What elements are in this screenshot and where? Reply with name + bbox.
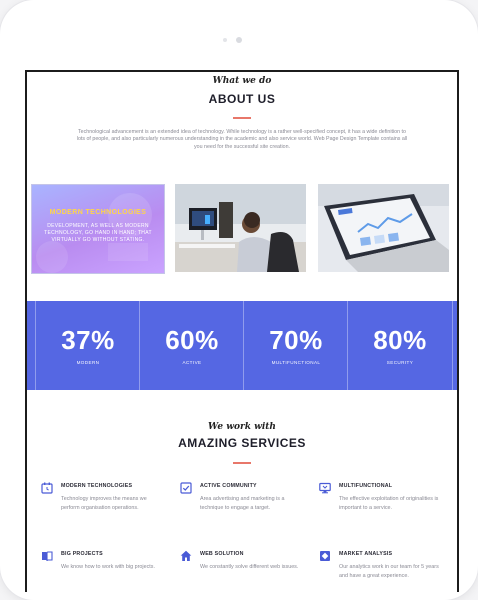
stat-value: 37% <box>61 325 115 355</box>
checkbox-icon <box>180 482 192 494</box>
screen: What we do ABOUT US Technological advanc… <box>25 70 459 592</box>
service-title: MULTIFUNCTIONAL <box>339 483 393 489</box>
stat-value: 60% <box>165 325 219 355</box>
diamond-icon <box>320 551 330 561</box>
services-script-heading: We work with <box>208 422 276 432</box>
service-title: BIG PROJECTS <box>61 551 103 557</box>
camera-icon <box>236 37 242 43</box>
service-title: WEB SOLUTION <box>200 551 244 557</box>
photo-person-at-computer <box>175 184 306 272</box>
stat-active: 60% ACTIVE <box>139 301 244 390</box>
service-desc: Area advertising and marketing is a tech… <box>200 496 285 511</box>
home-icon <box>180 550 192 561</box>
stat-label: MULTIFUNCTIONAL <box>271 360 321 365</box>
about-title: ABOUT US <box>208 92 276 106</box>
service-desc: Technology improves the means we perform… <box>61 496 147 511</box>
clock-icon <box>41 482 53 494</box>
stat-multifunctional: 70% MULTIFUNCTIONAL <box>243 301 348 390</box>
service-desc: The effective exploitation of originalit… <box>339 496 439 511</box>
about-divider <box>233 117 251 119</box>
office-photo-image <box>175 184 306 272</box>
feature-card-heading: MODERN TECHNOLOGIES <box>49 209 147 216</box>
stat-modern: 37% MODERN <box>35 301 140 390</box>
stat-value: 70% <box>269 325 323 355</box>
services-title: AMAZING SERVICES <box>178 436 306 450</box>
stat-label: MODERN <box>76 360 100 365</box>
stat-label: SECURITY <box>386 360 414 365</box>
services-divider <box>233 462 251 464</box>
about-script-heading: What we do <box>212 76 272 86</box>
stat-value: 80% <box>373 325 427 355</box>
service-title: MODERN TECHNOLOGIES <box>61 483 133 489</box>
stat-label: ACTIVE <box>182 360 202 365</box>
book-icon <box>42 551 53 562</box>
stat-security: 80% SECURITY <box>347 301 453 390</box>
service-desc: We know how to work with big projects. <box>61 564 155 570</box>
monitor-icon <box>319 482 331 494</box>
laptop-photo-image <box>318 184 449 272</box>
service-title: ACTIVE COMMUNITY <box>200 483 257 489</box>
feature-card-body: DEVELOPMENT, AS WELL AS MODERN TECHNOLOG… <box>44 223 152 243</box>
feature-card-technologies[interactable]: MODERN TECHNOLOGIES DEVELOPMENT, AS WELL… <box>31 184 165 274</box>
service-desc: We constantly solve different web issues… <box>200 564 299 570</box>
tablet-frame: What we do ABOUT US Technological advanc… <box>0 0 478 600</box>
sensor-dot <box>223 38 227 42</box>
stats-band: 37% MODERN 60% ACTIVE 70% MULTIFUNCTIONA… <box>27 301 457 390</box>
service-title: MARKET ANALYSIS <box>339 551 393 557</box>
about-text: Technological advancement is an extended… <box>76 129 408 150</box>
service-desc: Our analytics work in our team for 5 yea… <box>339 564 439 579</box>
photo-laptop-dashboard <box>318 184 449 272</box>
